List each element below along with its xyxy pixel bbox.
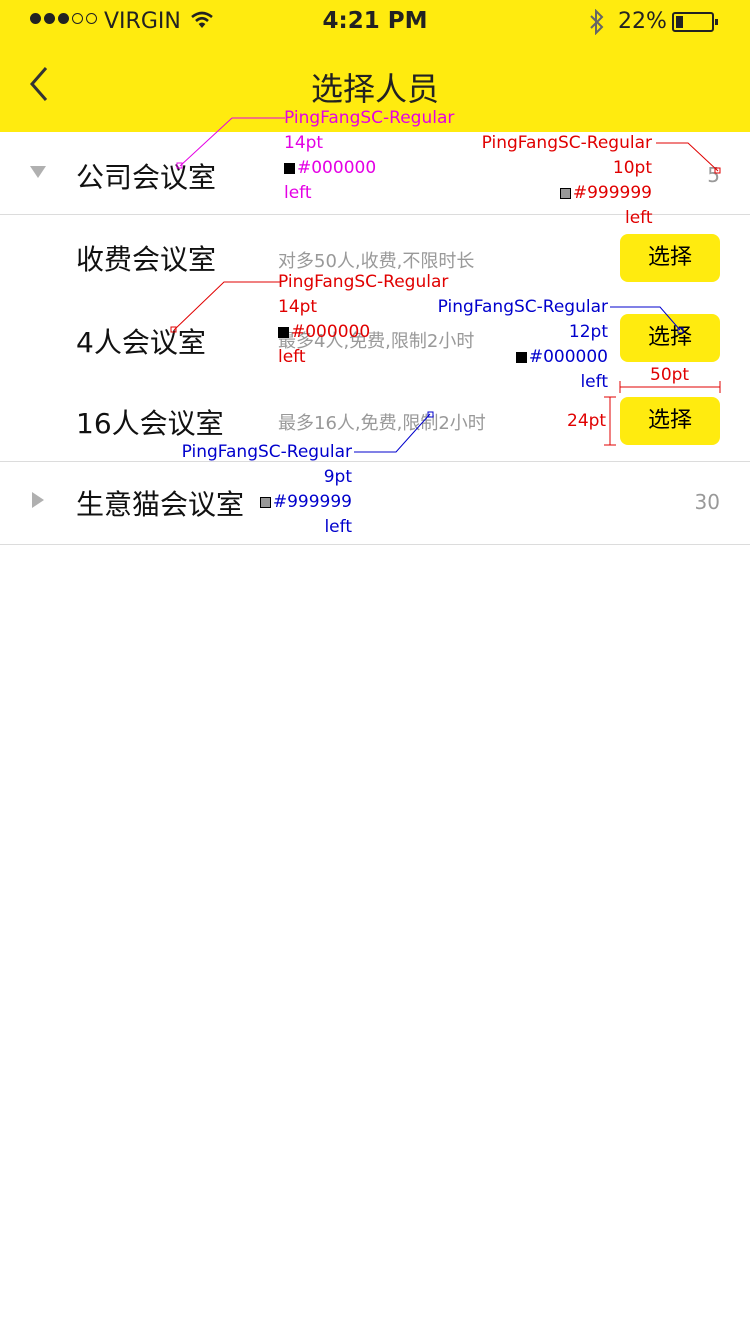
annotation-font: PingFangSC-Regular xyxy=(284,108,455,128)
annotation-color-value: #999999 xyxy=(272,492,352,512)
annotation-room-font: PingFangSC-Regular 14pt #000000 left xyxy=(278,270,448,370)
annotation-desc-font: PingFangSC-Regular 9pt #999999 left xyxy=(182,440,352,540)
annotation-font: PingFangSC-Regular xyxy=(437,297,608,317)
annotation-color: #000000 xyxy=(278,320,448,345)
annotation-color-value: #000000 xyxy=(291,322,371,342)
annotation-color: #000000 xyxy=(284,156,454,181)
annotation-color-value: #000000 xyxy=(528,347,608,367)
annotation-align: left xyxy=(324,517,352,537)
annotation-size: 9pt xyxy=(323,467,352,487)
annotation-button-width: 50pt xyxy=(650,365,690,385)
annotation-size: 14pt xyxy=(284,133,324,153)
annotation-align: left xyxy=(284,183,312,203)
annotation-font: PingFangSC-Regular xyxy=(278,272,449,292)
annotation-color-value: #999999 xyxy=(572,183,652,203)
annotation-button-font: PingFangSC-Regular 12pt #000000 left xyxy=(438,295,608,395)
annotation-align: left xyxy=(278,347,306,367)
annotation-color: #999999 xyxy=(182,490,352,515)
annotation-color-value: #000000 xyxy=(297,158,377,178)
annotation-count-align: left xyxy=(625,208,653,228)
annotation-size: 14pt xyxy=(278,297,318,317)
annotation-count-font: PingFangSC-Regular 10pt #999999 xyxy=(482,131,652,206)
annotation-group-font: PingFangSC-Regular 14pt #000000 left xyxy=(284,106,454,206)
annotation-button-height: 24pt xyxy=(567,411,607,431)
annotation-font: PingFangSC-Regular xyxy=(481,133,652,153)
annotation-size: 12pt xyxy=(568,322,608,342)
annotation-color: #000000 xyxy=(438,345,608,370)
annotation-align: left xyxy=(580,372,608,392)
annotation-size: 10pt xyxy=(612,158,652,178)
annotation-font: PingFangSC-Regular xyxy=(181,442,352,462)
annotation-color: #999999 xyxy=(482,181,652,206)
